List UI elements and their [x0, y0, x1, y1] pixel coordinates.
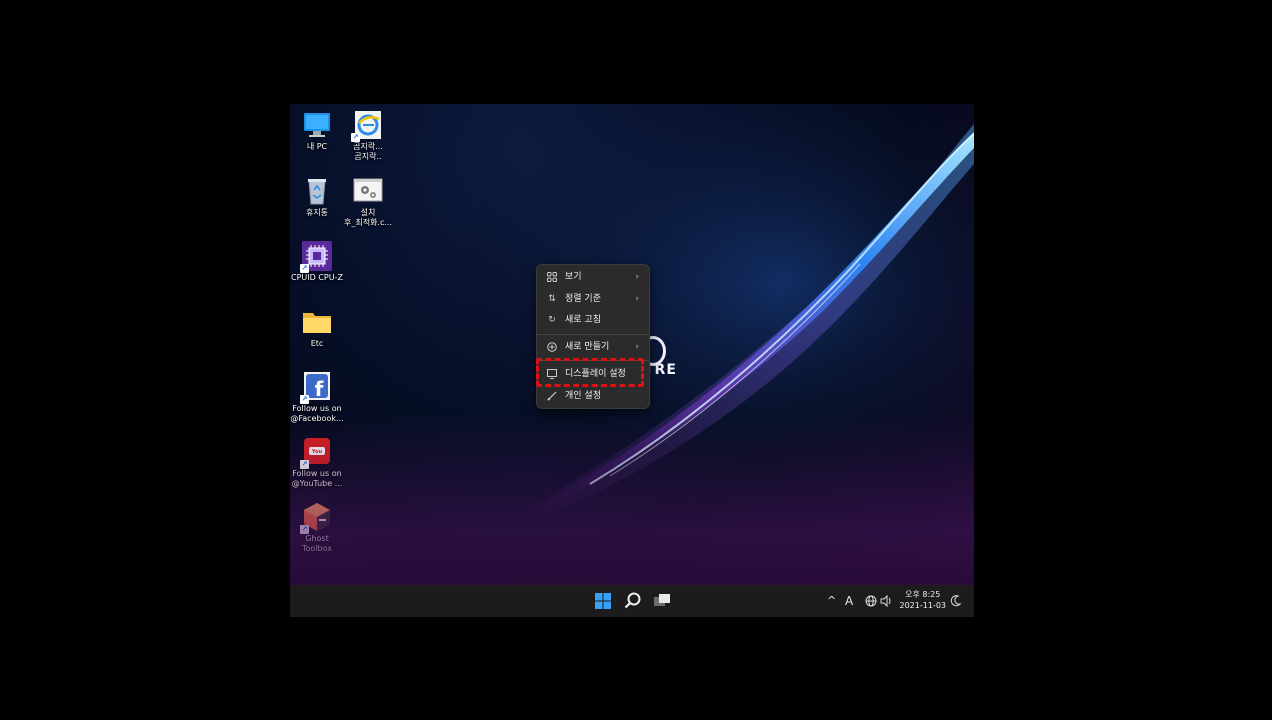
search-icon: [624, 592, 641, 609]
ime-indicator[interactable]: A: [845, 585, 853, 617]
start-button[interactable]: [593, 591, 613, 611]
desktop-icon-label: 내 PC: [306, 142, 328, 151]
recycle-bin-icon: [301, 176, 333, 206]
desktop-icon-youtube[interactable]: You ↗ Follow us on @YouTube ...: [290, 437, 344, 489]
start-icon: [595, 593, 611, 609]
computer-icon: [301, 110, 333, 140]
shortcut-arrow-icon: ↗: [351, 133, 360, 142]
chevron-right-icon: ›: [635, 294, 639, 304]
desktop-icon-label: 설치 후_최적화.c...: [343, 208, 392, 227]
task-view-icon: [654, 594, 670, 606]
desktop-icon-cpu-z[interactable]: ↗ CPUID CPU-Z: [290, 241, 344, 283]
cpu-chip-icon: ↗: [300, 241, 333, 273]
menu-item-sort-by[interactable]: ⇅ 정렬 기준 ›: [541, 289, 645, 309]
shortcut-arrow-icon: ↗: [300, 460, 309, 469]
volume-button[interactable]: [880, 585, 892, 617]
chevron-right-icon: ›: [635, 342, 639, 352]
desktop-context-menu: 보기 › ⇅ 정렬 기준 › ↻ 새로 고침 새로 만들기 › 디스플레이 설정: [536, 264, 650, 409]
moon-icon: [950, 595, 962, 607]
desktop-icon-label: 휴지통: [305, 208, 329, 217]
desktop-icon-label: Follow us on @Facebook...: [290, 404, 344, 423]
ghost-toolbox-icon: ↗: [300, 502, 333, 534]
menu-item-label: 새로 만들기: [565, 342, 610, 352]
menu-item-new[interactable]: 새로 만들기 ›: [541, 337, 645, 357]
desktop-icon-facebook[interactable]: f ↗ Follow us on @Facebook...: [290, 372, 344, 424]
desktop-icon-etc-folder[interactable]: Etc: [290, 307, 344, 349]
notification-button[interactable]: [950, 585, 962, 617]
desktop-screen: TRE 내 PC ↗ 곰지락... 곰지락.. 휴지통 설치 후_최적화.c..…: [290, 104, 974, 617]
search-button[interactable]: [623, 591, 643, 611]
sort-icon: ⇅: [548, 294, 556, 304]
desktop-icon-internet-explorer[interactable]: ↗ 곰지락... 곰지락..: [341, 110, 395, 162]
show-hidden-icons-button[interactable]: ^: [827, 585, 836, 617]
svg-text:You: You: [311, 449, 323, 455]
speaker-icon: [880, 594, 891, 608]
menu-item-personalize[interactable]: 개인 설정: [541, 386, 645, 406]
shortcut-arrow-icon: ↗: [300, 264, 309, 273]
chevron-right-icon: ›: [635, 272, 639, 282]
shortcut-arrow-icon: ↗: [300, 525, 309, 534]
desktop-icon-label: Ghost Toolbox: [302, 534, 332, 553]
desktop-icon-label: 곰지락... 곰지락..: [353, 142, 383, 161]
brush-icon: [547, 391, 557, 401]
facebook-icon: f ↗: [300, 372, 333, 404]
desktop-icon-label: CPUID CPU-Z: [291, 273, 343, 282]
refresh-icon: ↻: [548, 315, 556, 325]
clock[interactable]: 오후 8:25 2021-11-03: [900, 589, 947, 611]
desktop-icon-recycle-bin[interactable]: 휴지통: [290, 176, 344, 218]
globe-icon: [865, 595, 877, 607]
taskbar: ^ A 오후 8:25 2021-11-03: [290, 584, 974, 617]
clock-date: 2021-11-03: [899, 601, 947, 610]
network-button[interactable]: [865, 585, 877, 617]
menu-item-refresh[interactable]: ↻ 새로 고침: [541, 310, 645, 330]
youtube-icon: You ↗: [300, 437, 333, 469]
clock-time: 오후 8:25: [905, 590, 941, 599]
new-plus-icon: [547, 342, 557, 352]
desktop-icon-this-pc[interactable]: 내 PC: [290, 110, 344, 152]
shortcut-arrow-icon: ↗: [300, 395, 309, 404]
menu-item-label: 정렬 기준: [565, 294, 601, 304]
folder-icon: [301, 307, 333, 337]
menu-item-label: 개인 설정: [565, 391, 601, 401]
settings-gear-icon: [352, 176, 384, 206]
display-settings-highlight-box: [536, 358, 644, 387]
task-view-button[interactable]: [652, 591, 672, 611]
desktop-icon-label: Follow us on @YouTube ...: [291, 469, 343, 488]
menu-item-label: 보기: [565, 272, 582, 282]
svg-text:f: f: [315, 377, 324, 401]
desktop-icon-ghost-toolbox[interactable]: ↗ Ghost Toolbox: [290, 502, 344, 554]
internet-explorer-icon: ↗: [351, 110, 384, 142]
menu-item-view[interactable]: 보기 ›: [541, 267, 645, 287]
desktop-icon-optimize-settings[interactable]: 설치 후_최적화.c...: [341, 176, 395, 228]
desktop-icon-label: Etc: [310, 339, 324, 348]
menu-item-label: 새로 고침: [565, 315, 601, 325]
menu-separator: [537, 334, 649, 335]
view-grid-icon: [547, 272, 557, 282]
